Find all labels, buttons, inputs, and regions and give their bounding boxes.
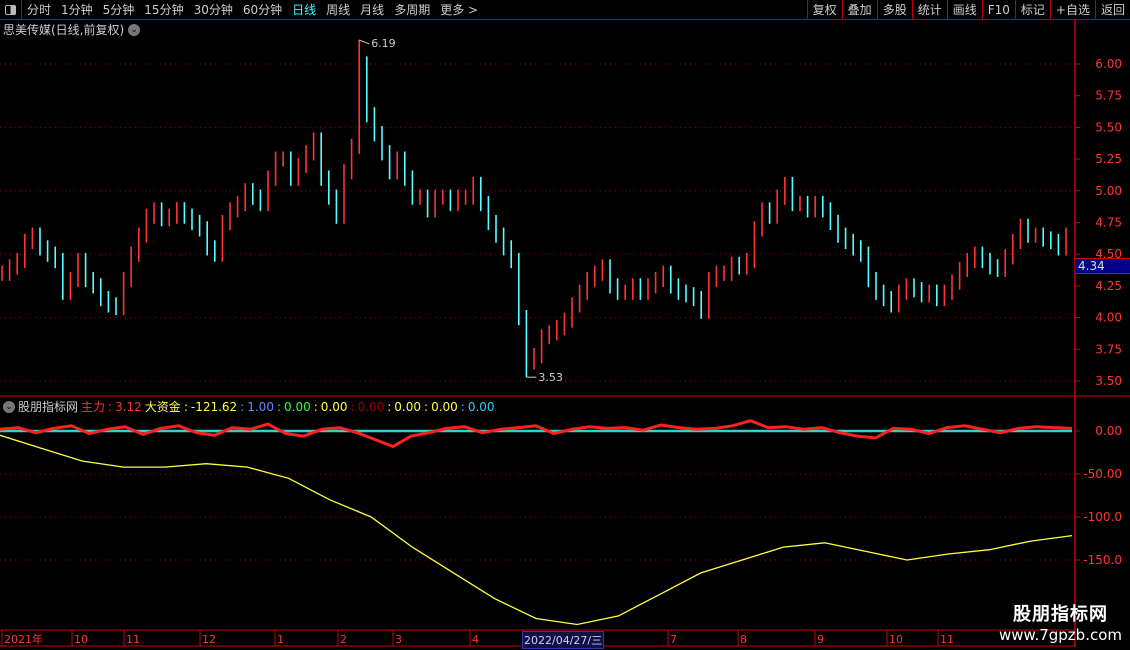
legend-value: 0.00 [394, 399, 422, 414]
watermark: 股朋指标网 www.7gpzb.com [999, 600, 1122, 644]
price-axis-label: 3.75 [1095, 342, 1122, 356]
time-axis-label: 4 [472, 633, 479, 646]
legend-value: 1.00 [247, 399, 274, 414]
price-axis-label: 5.75 [1095, 89, 1122, 103]
price-axis-label: 5.25 [1095, 152, 1122, 166]
time-axis-label: 2 [340, 633, 347, 646]
watermark-line2: www.7gpzb.com [999, 626, 1122, 644]
legend-sep: : [350, 399, 355, 414]
selected-date-label: 2022/04/27/三 [522, 631, 605, 649]
indicator-axis-label: 0.00 [1095, 424, 1122, 438]
time-axis-label: 3 [395, 633, 402, 646]
max-arrow [359, 39, 370, 45]
max-price-label: 6.19 [371, 37, 396, 50]
time-axis-label: 2021年 [4, 632, 43, 646]
legend-sep: : [108, 399, 113, 414]
legend-sep: : [183, 399, 188, 414]
legend-sep: : [313, 399, 318, 414]
legend-sep: : [240, 399, 245, 414]
time-axis-label: 1 [277, 633, 284, 646]
legend-value: 0.00 [467, 399, 495, 414]
time-axis-label: 9 [817, 633, 824, 646]
current-price-label: 4.34 [1075, 258, 1130, 274]
legend-value: 0.00 [357, 399, 385, 414]
legend-value: 3.12 [115, 399, 142, 414]
indicator-legend: ⌄ 股朋指标网 主力:3.12 大资金: -121.62:1.00:0.00:0.0… [3, 398, 495, 415]
price-axis-label: 4.00 [1095, 311, 1122, 325]
legend-value: 0.00 [320, 399, 348, 414]
chart-canvas[interactable]: 6.005.755.505.255.004.754.504.254.003.75… [0, 0, 1130, 650]
price-axis-label: 4.25 [1095, 279, 1122, 293]
time-axis-label: 11 [940, 633, 954, 646]
price-axis-label: 3.50 [1095, 374, 1122, 388]
legend-value: 0.00 [431, 399, 458, 414]
price-axis-label: 4.75 [1095, 216, 1122, 230]
legend-value: 0.00 [284, 399, 311, 414]
time-axis-label: 10 [889, 633, 903, 646]
main-force-line [0, 419, 1073, 449]
indicator-name: 股朋指标网 [18, 400, 79, 414]
time-axis-label: 12 [202, 633, 216, 646]
time-axis-label: 10 [74, 633, 88, 646]
indicator-axis-label: -50.00 [1083, 467, 1122, 481]
legend-sep: : [460, 399, 465, 414]
legend-sep: : [387, 399, 392, 414]
big-fund-line [0, 434, 1073, 626]
indicator-axis-label: -100.0 [1083, 510, 1122, 524]
time-axis-label: 8 [740, 633, 747, 646]
min-price-label: 3.53 [538, 371, 563, 384]
indicator-axis-label: -150.0 [1083, 553, 1122, 567]
time-axis-label: 11 [126, 633, 140, 646]
watermark-line1: 股朋指标网 [1013, 604, 1108, 625]
legend-sep: : [276, 399, 281, 414]
time-axis-label: 7 [670, 633, 677, 646]
chevron-down-icon[interactable]: ⌄ [3, 400, 15, 413]
price-axis-label: 6.00 [1095, 57, 1122, 71]
price-axis-label: 5.00 [1095, 184, 1122, 198]
price-axis-label: 5.50 [1095, 120, 1122, 134]
legend-value: -121.62 [190, 399, 238, 414]
legend-key: 主力 [81, 400, 106, 414]
legend-sep: : [424, 399, 429, 414]
legend-key: 大资金 [144, 400, 181, 414]
